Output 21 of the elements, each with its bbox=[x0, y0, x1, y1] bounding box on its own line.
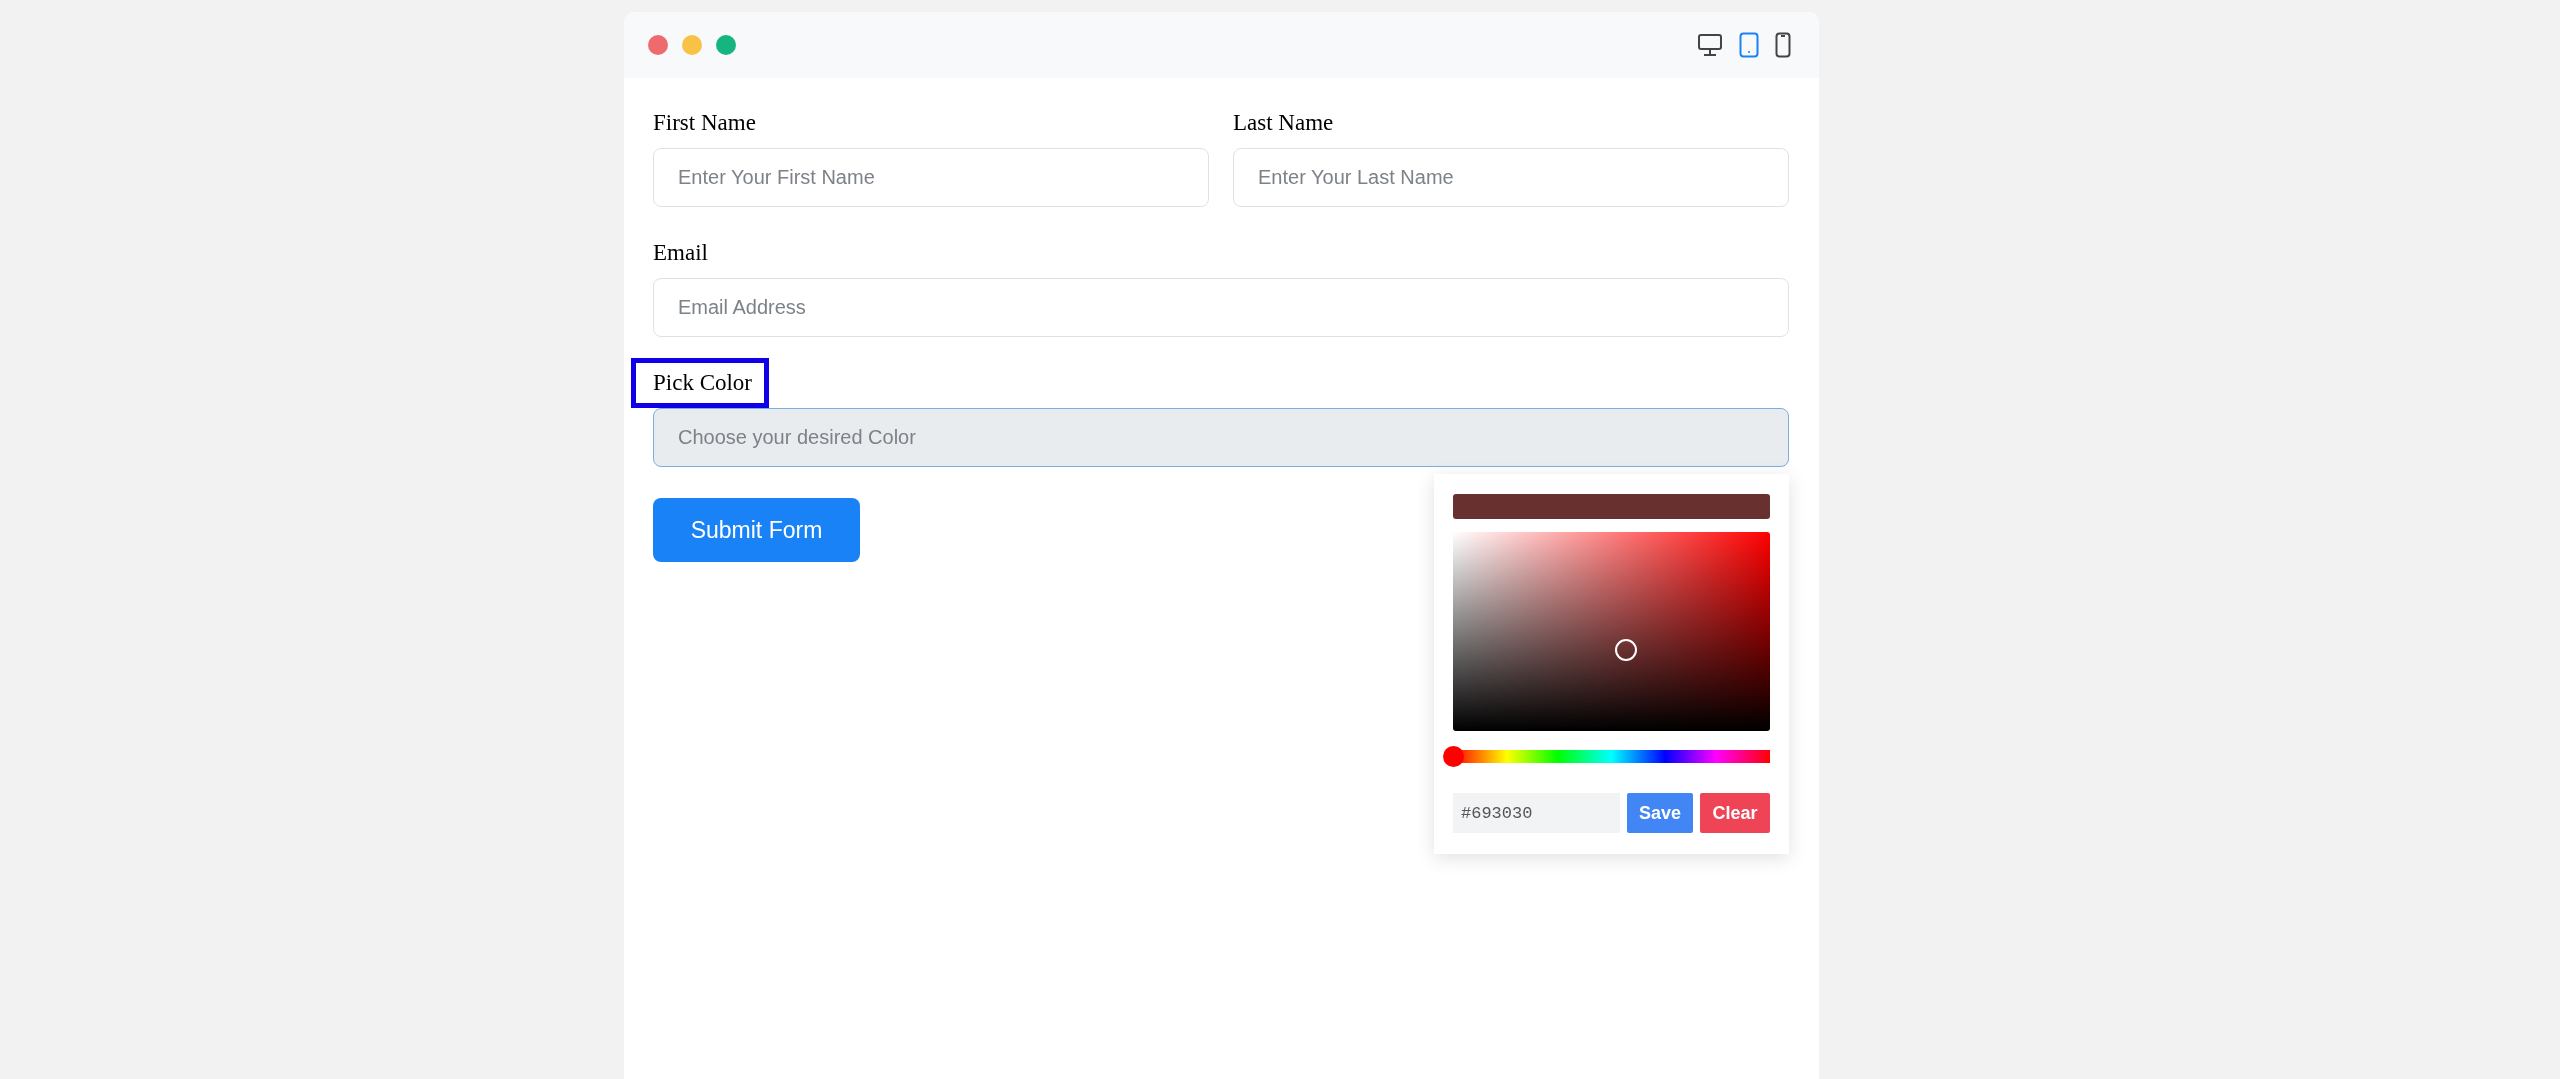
field-label: Pick Color bbox=[631, 358, 770, 408]
field-label: Last Name bbox=[1232, 109, 1335, 137]
clear-button[interactable]: Clear bbox=[1700, 793, 1770, 833]
color-field[interactable]: Choose your desired Color bbox=[653, 408, 1789, 467]
tablet-icon[interactable] bbox=[1739, 32, 1759, 58]
picker-cursor[interactable] bbox=[1615, 639, 1637, 661]
input-field[interactable]: Email Address bbox=[653, 278, 1789, 337]
input-field[interactable]: Enter Your Last Name bbox=[1233, 148, 1789, 207]
saturation-area[interactable] bbox=[1453, 532, 1770, 731]
save-button[interactable]: Save bbox=[1627, 793, 1693, 833]
field-label: Email bbox=[652, 239, 709, 267]
submit-button[interactable]: Submit Form bbox=[653, 498, 860, 562]
window-dot[interactable] bbox=[682, 35, 702, 55]
window-dot[interactable] bbox=[716, 35, 736, 55]
field-label: First Name bbox=[652, 109, 757, 137]
phone-icon[interactable] bbox=[1775, 32, 1791, 58]
hue-thumb[interactable] bbox=[1443, 746, 1464, 767]
window-dot[interactable] bbox=[648, 35, 668, 55]
input-field[interactable]: Enter Your First Name bbox=[653, 148, 1209, 207]
desktop-icon[interactable] bbox=[1697, 33, 1723, 57]
hex-field[interactable]: #693030 bbox=[1453, 793, 1620, 833]
